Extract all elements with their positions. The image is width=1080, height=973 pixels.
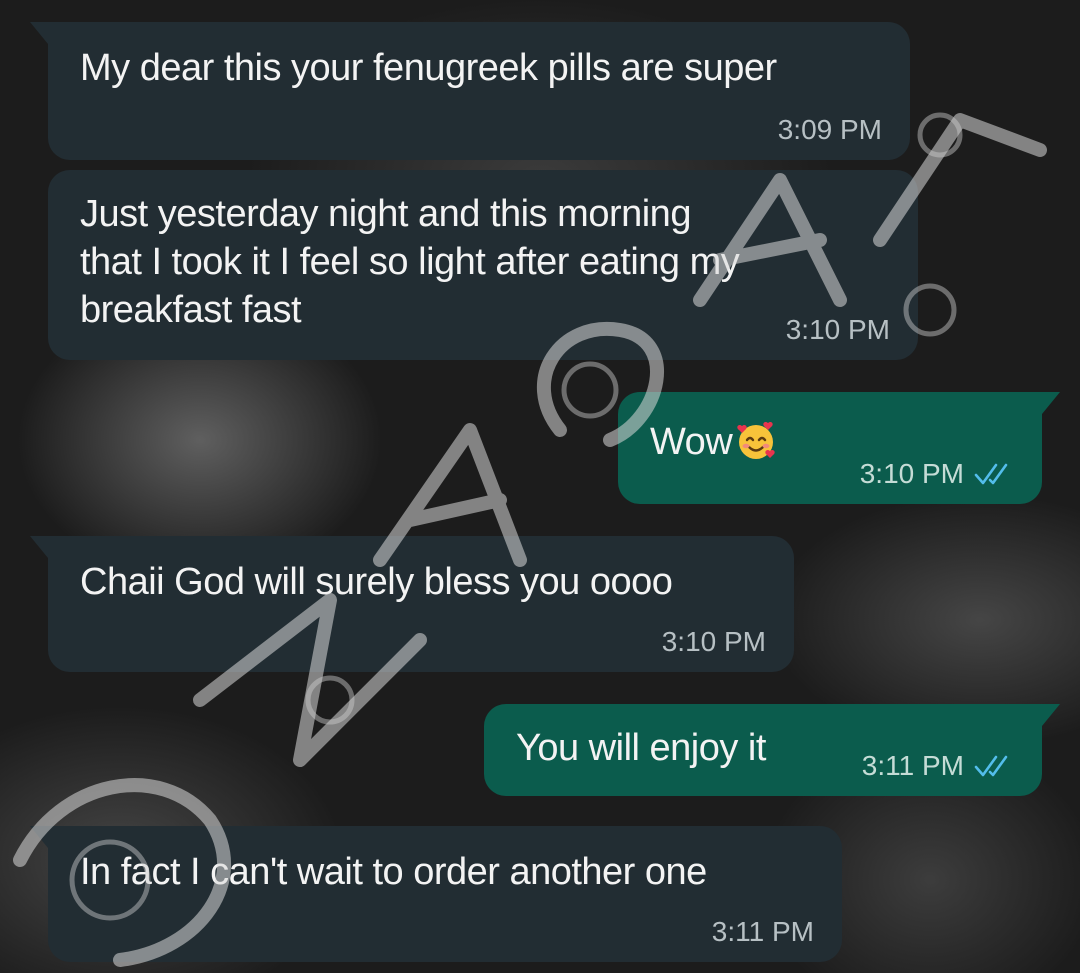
message-bubble-outgoing[interactable]: Wow 3:10 PM: [618, 392, 1060, 504]
message-timestamp: 3:10 PM: [859, 458, 964, 489]
message-timestamp: 3:11 PM: [861, 750, 964, 781]
message-timestamp: 3:09 PM: [777, 114, 882, 145]
message-text: In fact I can't wait to order another on…: [80, 851, 707, 893]
message-bubble-incoming[interactable]: My dear this your fenugreek pills are su…: [30, 22, 910, 160]
message-bubble-incoming[interactable]: Chaii God will surely bless you oooo 3:1…: [30, 536, 794, 672]
message-bubble-incoming[interactable]: In fact I can't wait to order another on…: [30, 826, 842, 962]
message-timestamp: 3:11 PM: [711, 916, 814, 947]
message-timestamp: 3:10 PM: [661, 626, 766, 657]
message-bubble-incoming[interactable]: Just yesterday night and this morning th…: [48, 170, 918, 360]
message-text: Wow: [650, 421, 733, 463]
double-check-read-icon: [974, 463, 1008, 485]
message-text: Just yesterday night and this morning th…: [80, 193, 740, 331]
message-text: Chaii God will surely bless you oooo: [80, 561, 673, 603]
message-bubble-outgoing[interactable]: You will enjoy it 3:11 PM: [484, 704, 1060, 796]
chat-conversation: My dear this your fenugreek pills are su…: [0, 0, 1080, 973]
message-text: My dear this your fenugreek pills are su…: [80, 47, 777, 89]
double-check-read-icon: [974, 755, 1008, 777]
smiling-face-with-hearts-icon: [737, 421, 775, 459]
message-timestamp: 3:10 PM: [785, 314, 890, 345]
